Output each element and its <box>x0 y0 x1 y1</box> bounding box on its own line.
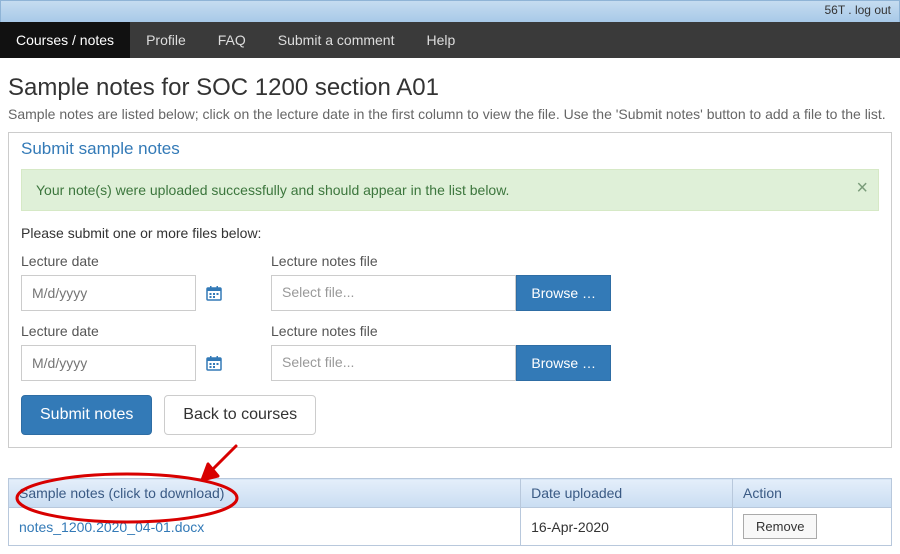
panel-title: Submit sample notes <box>21 139 879 159</box>
nav-submit-comment[interactable]: Submit a comment <box>262 22 411 58</box>
browse-button-1[interactable]: Browse … <box>516 275 611 311</box>
col-header-notes: Sample notes (click to download) <box>9 479 521 508</box>
back-to-courses-button[interactable]: Back to courses <box>164 395 316 435</box>
table-row: notes_1200.2020_04-01.docx 16-Apr-2020 R… <box>9 508 892 546</box>
notes-table: Sample notes (click to download) Date up… <box>8 478 892 546</box>
calendar-icon[interactable] <box>206 355 222 374</box>
page-subhead: Sample notes are listed below; click on … <box>8 106 892 122</box>
note-download-link[interactable]: notes_1200.2020_04-01.docx <box>19 519 204 535</box>
file-field-2[interactable]: Select file... <box>271 345 516 381</box>
file-field-1[interactable]: Select file... <box>271 275 516 311</box>
page-title: Sample notes for SOC 1200 section A01 <box>8 74 892 102</box>
success-alert: Your note(s) were uploaded successfully … <box>21 169 879 211</box>
date-cell: 16-Apr-2020 <box>521 508 733 546</box>
user-id: 56T <box>824 3 844 17</box>
nav-courses-notes[interactable]: Courses / notes <box>0 22 130 58</box>
top-bar: 56T . log out <box>0 0 900 22</box>
browse-button-2[interactable]: Browse … <box>516 345 611 381</box>
logout-link[interactable]: log out <box>855 3 891 17</box>
lecture-date-input-1[interactable] <box>21 275 196 311</box>
submit-panel: Submit sample notes Your note(s) were up… <box>8 132 892 448</box>
alert-text: Your note(s) were uploaded successfully … <box>36 182 509 198</box>
col-header-date: Date uploaded <box>521 479 733 508</box>
calendar-icon[interactable] <box>206 285 222 304</box>
col-header-action: Action <box>733 479 892 508</box>
nav-help[interactable]: Help <box>410 22 471 58</box>
lecture-date-label: Lecture date <box>21 253 241 269</box>
nav-profile[interactable]: Profile <box>130 22 202 58</box>
prompt-text: Please submit one or more files below: <box>21 225 879 241</box>
lecture-file-label: Lecture notes file <box>271 253 611 269</box>
nav-faq[interactable]: FAQ <box>202 22 262 58</box>
close-icon[interactable]: × <box>856 178 868 198</box>
lecture-date-input-2[interactable] <box>21 345 196 381</box>
separator: . <box>848 3 851 17</box>
submit-notes-button[interactable]: Submit notes <box>21 395 152 435</box>
lecture-date-label-2: Lecture date <box>21 323 241 339</box>
main-nav: Courses / notes Profile FAQ Submit a com… <box>0 22 900 58</box>
lecture-file-label-2: Lecture notes file <box>271 323 611 339</box>
